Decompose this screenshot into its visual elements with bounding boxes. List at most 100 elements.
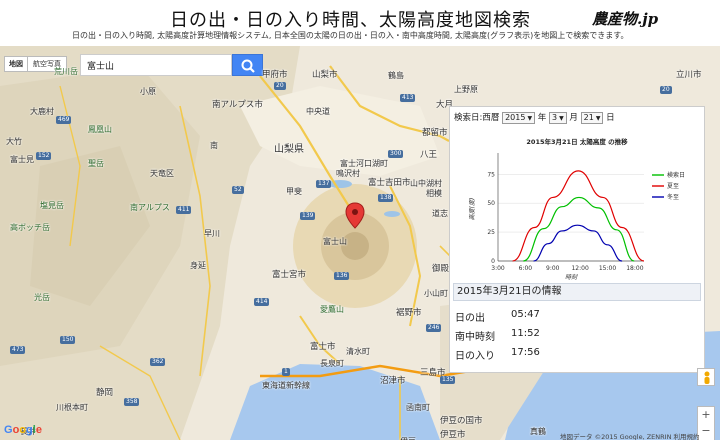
search-icon <box>241 59 255 73</box>
x-axis-label: 時刻 <box>565 273 578 281</box>
route-number-badge: 1 <box>282 368 290 376</box>
page-title: 日の出・日の入り時間、太陽高度地図検索 <box>170 10 531 31</box>
place-label: 南アルプス <box>130 203 170 212</box>
date-selector-row: 検索日:西暦 2015 ▼ 年 3 ▼ 月 21 ▼ 日 <box>454 111 615 124</box>
street-view-pegman-icon[interactable] <box>697 368 715 386</box>
place-label: 南アルプス市 <box>212 100 263 110</box>
place-label: 山梨市 <box>312 70 338 80</box>
place-label: 函南町 <box>406 403 430 412</box>
place-label: 大竹 <box>6 137 22 146</box>
x-tick-label: 15:00 <box>599 265 616 272</box>
y-axis-label: 高度(度) <box>468 198 476 221</box>
map-type-map-button[interactable]: 地図 <box>4 56 28 72</box>
place-label: 鳴沢村 <box>336 169 360 178</box>
place-label: 甲府市 <box>262 70 288 80</box>
marker-label: 富士山 <box>323 237 347 246</box>
chart-title: 2015年3月21日 太陽高度 の推移 <box>526 137 628 146</box>
route-number-badge: 152 <box>36 152 52 160</box>
sunrise-row: 日の出 05:47 <box>455 309 540 324</box>
place-label: 真鶴 <box>530 427 546 436</box>
y-tick-label: 50 <box>487 200 495 207</box>
year-select[interactable]: 2015 ▼ <box>502 111 536 124</box>
place-label: 清水町 <box>346 347 370 356</box>
route-number-badge: 20 <box>274 82 286 90</box>
route-number-badge: 411 <box>176 206 192 214</box>
legend-label: 検索日 <box>667 171 685 179</box>
google-logo: Google <box>4 424 42 436</box>
place-label: 川根本町 <box>56 403 88 412</box>
x-tick-label: 18:00 <box>626 265 643 272</box>
place-label: 天竜区 <box>150 169 174 178</box>
route-number-badge: 135 <box>440 376 456 384</box>
culmination-label: 南中時刻 <box>455 332 495 343</box>
sunset-row: 日の入り 17:56 <box>455 347 540 362</box>
day-suffix-label: 日 <box>606 113 615 123</box>
legend-label: 冬至 <box>667 193 679 201</box>
legend-label: 夏至 <box>667 183 679 190</box>
map-attribution[interactable]: 地図データ ©2015 Google, ZENRIN 利用規約 <box>560 431 700 440</box>
route-number-badge: 52 <box>232 186 244 194</box>
route-number-badge: 138 <box>378 194 394 202</box>
place-label: 塩見岳 <box>40 201 64 210</box>
info-title: 2015年3月21日の情報 <box>453 283 701 301</box>
place-label: 光岳 <box>34 293 50 302</box>
place-label: 静岡 <box>96 388 114 398</box>
place-label: 富士見 <box>10 155 34 164</box>
place-label: 富士吉田市 <box>368 178 411 188</box>
place-label: 愛鷹山 <box>320 305 344 314</box>
culmination-value: 11:52 <box>511 328 540 339</box>
place-label: 伊豆の国市 <box>440 416 483 426</box>
route-number-badge: 414 <box>254 298 270 306</box>
place-label: 立川市 <box>676 70 702 80</box>
page-header: 日の出・日の入り時間、太陽高度地図検索 農産物.jp 日の出・日の入り時間, 太… <box>0 0 720 46</box>
place-label: 道志 <box>432 209 448 218</box>
info-panel: 検索日:西暦 2015 ▼ 年 3 ▼ 月 21 ▼ 日 2015年3月21日 太陽高… <box>449 106 705 373</box>
place-label: 早川 <box>204 229 220 238</box>
place-label: 鶴島 <box>388 71 404 80</box>
series-line <box>533 224 623 262</box>
search-input[interactable] <box>80 54 232 76</box>
place-label: 伊豆市 <box>440 430 466 440</box>
x-tick-label: 12:00 <box>571 265 588 272</box>
sunset-value: 17:56 <box>511 347 540 358</box>
month-select[interactable]: 3 ▼ <box>548 111 567 124</box>
day-select[interactable]: 21 ▼ <box>580 111 604 124</box>
month-suffix-label: 月 <box>569 113 578 123</box>
place-label: 甲斐 <box>286 187 302 196</box>
place-label: 富士市 <box>310 342 336 352</box>
place-label: 中央道 <box>306 107 330 116</box>
zoom-out-button[interactable]: − <box>698 423 714 439</box>
place-label: 伊豆 <box>400 436 416 440</box>
place-label: 身延 <box>190 261 206 270</box>
year-suffix-label: 年 <box>537 113 547 123</box>
map-view[interactable]: 地図 航空写真 甲府市山梨市立川市南アルプス市大月都留市八王山梨県富士河口湖町鳴… <box>0 46 720 440</box>
site-logo[interactable]: 農産物.jp <box>592 8 658 29</box>
zoom-in-button[interactable]: + <box>698 407 714 423</box>
page-subtitle: 日の出・日の入り時間, 太陽高度計算地理情報システム, 日本全国の太陽の日の出・… <box>72 31 629 40</box>
sun-altitude-chart: 2015年3月21日 太陽高度 の推移 0 25 50 75 3:00 6:00 9:00 12… <box>468 137 685 281</box>
series-line <box>523 196 635 262</box>
x-tick-label: 3:00 <box>491 265 505 272</box>
route-number-badge: 362 <box>150 358 166 366</box>
place-label: 大鹿村 <box>30 107 54 116</box>
place-label: 荒川岳 <box>54 67 78 76</box>
place-label: 都留市 <box>422 128 448 138</box>
place-label: 相模 <box>426 189 442 198</box>
place-label: 高ボッチ岳 <box>10 223 50 232</box>
place-label: 小原 <box>140 87 156 96</box>
route-number-badge: 150 <box>60 336 76 344</box>
culmination-row: 南中時刻 11:52 <box>455 328 540 343</box>
place-label: 小山町 <box>424 289 448 298</box>
place-label: 富士宮市 <box>272 270 307 280</box>
place-label: 山梨県 <box>274 144 304 155</box>
y-tick-label: 75 <box>487 171 495 178</box>
sunset-label: 日の入り <box>455 351 495 362</box>
search-button[interactable] <box>232 54 263 76</box>
route-number-badge: 358 <box>124 398 140 406</box>
route-number-badge: 300 <box>388 150 404 158</box>
y-tick-label: 0 <box>491 258 495 265</box>
route-number-badge: 139 <box>300 212 316 220</box>
route-number-badge: 246 <box>426 324 442 332</box>
location-marker-icon[interactable] <box>344 202 366 242</box>
sunrise-label: 日の出 <box>455 313 485 324</box>
